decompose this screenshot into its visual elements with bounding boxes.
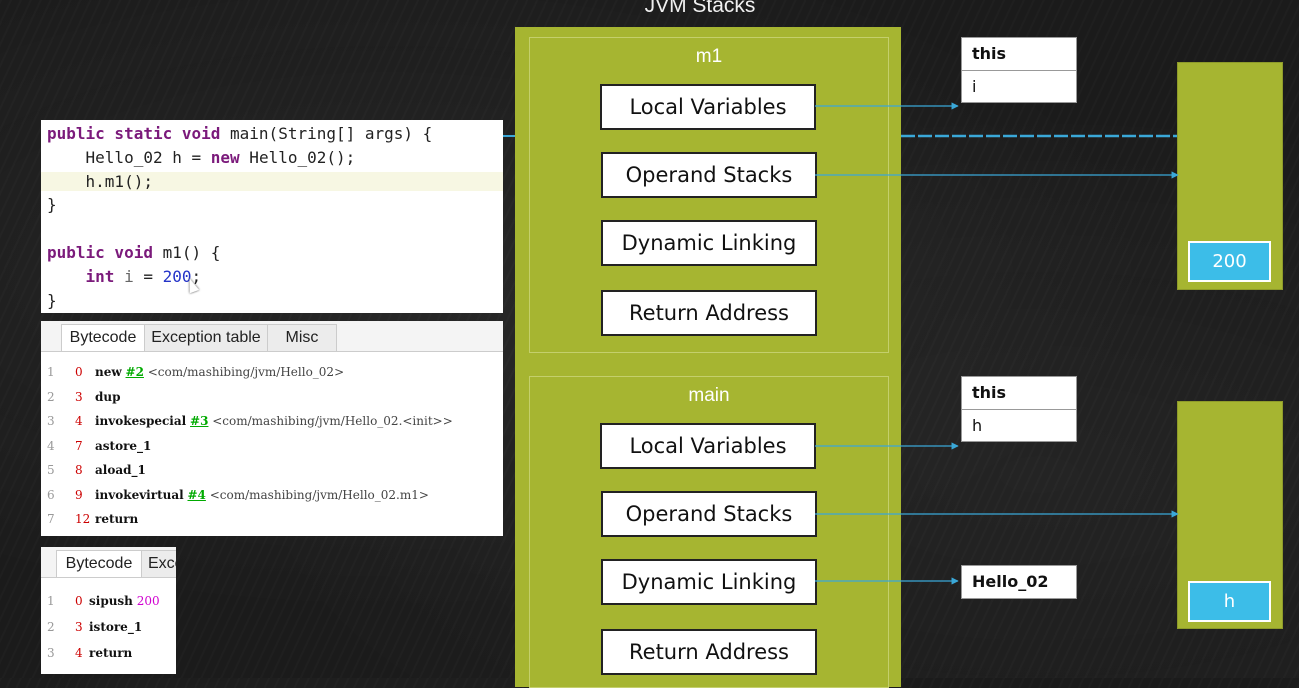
connector-lines (503, 102, 1179, 585)
